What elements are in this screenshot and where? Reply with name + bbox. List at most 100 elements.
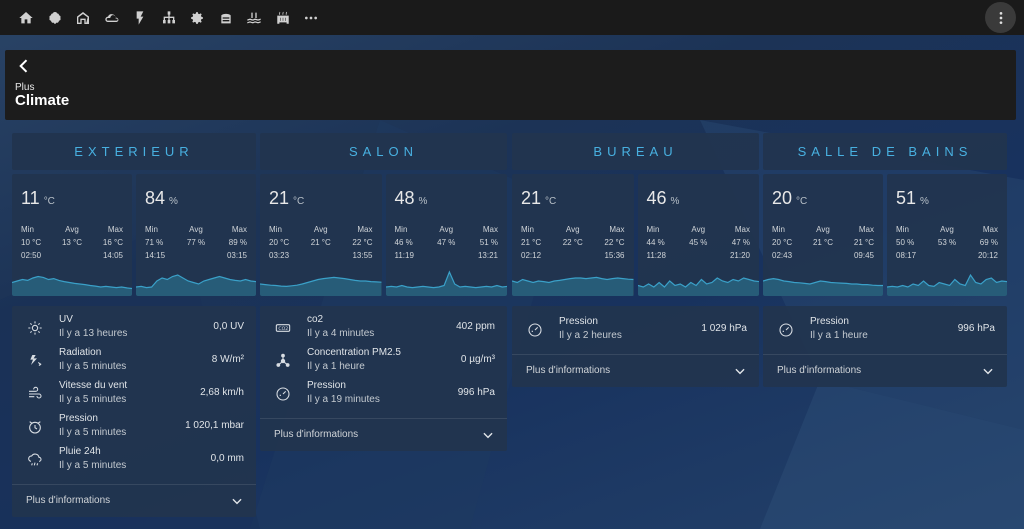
- vacuum-icon[interactable]: [212, 0, 241, 35]
- sensor-card-temperature[interactable]: 21 °C Min Avg Max 20 °C 21 °C 22 °C 03:23 13:5…: [260, 174, 382, 296]
- column-bureau: BUREAU 21 °C Min Avg Max 21 °C 22 °C 22 °C 02…: [512, 133, 759, 387]
- stats-grid: Min Avg Max 20 °C 21 °C 21 °C 02:43 09:45: [772, 225, 874, 260]
- column-title: SALLE DE BAINS: [763, 133, 1007, 170]
- column-exterieur: EXTERIEUR 11 °C Min Avg Max 10 °C 13 °C 16 °C…: [12, 133, 256, 517]
- entity-row-pm25[interactable]: Concentration PM2.5 Il y a 1 heure 0 µg/…: [260, 344, 507, 377]
- column-salon: SALON 21 °C Min Avg Max 20 °C 21 °C 22 °C 03:…: [260, 133, 507, 451]
- sensor-value: 51: [896, 188, 917, 208]
- sparkline: [512, 262, 634, 296]
- stats-grid: Min Avg Max 71 % 77 % 89 % 14:15 03:15: [145, 225, 247, 260]
- entity-row-rain[interactable]: Pluie 24h Il y a 5 minutes 0,0 mm: [12, 443, 256, 476]
- stats-grid: Min Avg Max 50 % 53 % 69 % 08:17 20:12: [896, 225, 998, 260]
- entity-row-pressure[interactable]: Pression Il y a 5 minutes 1 020,1 mbar: [12, 410, 256, 443]
- pool-icon[interactable]: [240, 0, 269, 35]
- house-icon[interactable]: [69, 0, 98, 35]
- sparkline-area: [260, 277, 382, 296]
- co2-icon: CO2: [275, 320, 291, 336]
- entity-row-pressure[interactable]: Pression Il y a 19 minutes 996 hPa: [260, 377, 507, 410]
- sensor-value: 46: [646, 188, 667, 208]
- sensor-unit: °C: [545, 196, 557, 207]
- uv-icon: [27, 320, 43, 336]
- entities-card: CO2 co2 Il y a 4 minutes 402 ppm Concent…: [260, 306, 507, 451]
- entities-card: Pression Il y a 2 heures 1 029 hPa Plus …: [512, 306, 759, 387]
- wind-icon: [27, 386, 43, 402]
- column-title: SALON: [260, 133, 507, 170]
- dots-vertical-icon[interactable]: [985, 2, 1016, 33]
- chevron-down-icon[interactable]: [481, 428, 495, 442]
- sparkline: [887, 262, 1007, 296]
- sensor-unit: °C: [43, 196, 55, 207]
- stats-grid: Min Avg Max 10 °C 13 °C 16 °C 02:50 14:05: [21, 225, 123, 260]
- sparkline: [12, 262, 132, 296]
- gear-icon[interactable]: [183, 0, 212, 35]
- column-title: EXTERIEUR: [12, 133, 256, 170]
- radiation-icon: [27, 353, 43, 369]
- chevron-down-icon[interactable]: [981, 364, 995, 378]
- entity-row-pressure[interactable]: Pression Il y a 1 heure 996 hPa: [763, 313, 1007, 346]
- sensor-unit: °C: [293, 196, 305, 207]
- sparkline-area: [637, 278, 759, 296]
- sensor-value: 20: [772, 188, 793, 208]
- sensor-unit: °C: [796, 196, 808, 207]
- entity-row-wind[interactable]: Vitesse du vent Il y a 5 minutes 2,68 km…: [12, 377, 256, 410]
- sensor-card-humidity[interactable]: 48% Min Avg Max 46 % 47 % 51 % 11:19 13:21: [385, 174, 507, 296]
- cloud-icon[interactable]: [98, 0, 127, 35]
- stats-grid: Min Avg Max 20 °C 21 °C 22 °C 03:23 13:55: [269, 225, 373, 260]
- sensor-unit: %: [418, 196, 428, 207]
- entities-card: Pression Il y a 1 heure 996 hPa Plus d'i…: [763, 306, 1007, 387]
- sensor-value: 48: [394, 188, 415, 208]
- entity-row-uv[interactable]: UV Il y a 13 heures 0,0 UV: [12, 311, 256, 344]
- sensor-value: 11: [21, 188, 40, 208]
- sensor-card-humidity[interactable]: 51% Min Avg Max 50 % 53 % 69 % 08:17 20:12: [887, 174, 1007, 296]
- sparkline-area: [385, 272, 507, 296]
- sensor-card-temperature[interactable]: 21 °C Min Avg Max 21 °C 22 °C 22 °C 02:12 15:3…: [512, 174, 634, 296]
- chevron-left-icon[interactable]: [14, 56, 34, 76]
- entities-card: UV Il y a 13 heures 0,0 UV Radiation Il …: [12, 306, 256, 517]
- sensor-value: 84: [145, 188, 166, 208]
- more-horiz-icon[interactable]: [297, 0, 326, 35]
- molecule-icon: [275, 353, 291, 369]
- clock-gauge-icon: [27, 419, 43, 435]
- svg-text:CO2: CO2: [278, 326, 288, 332]
- sensor-unit: %: [670, 196, 680, 207]
- radiator-icon[interactable]: [269, 0, 298, 35]
- sensor-unit: %: [920, 196, 929, 207]
- chevron-down-icon[interactable]: [230, 494, 244, 508]
- sparkline: [260, 262, 382, 296]
- gauge-icon: [778, 322, 794, 338]
- sensor-value: 21: [521, 188, 542, 208]
- sparkline-area: [136, 275, 256, 296]
- more-info-row[interactable]: Plus d'informations: [260, 418, 507, 451]
- sensor-card-temperature[interactable]: 20 °C Min Avg Max 20 °C 21 °C 21 °C 02:43 09:4…: [763, 174, 883, 296]
- entity-row-co2[interactable]: CO2 co2 Il y a 4 minutes 402 ppm: [260, 311, 507, 344]
- top-toolbar: [0, 0, 1024, 35]
- sparkline: [637, 262, 759, 296]
- gauge-icon: [275, 386, 291, 402]
- brain-icon[interactable]: [41, 0, 70, 35]
- sensor-unit: %: [169, 196, 178, 207]
- more-info-row[interactable]: Plus d'informations: [12, 484, 256, 517]
- flash-icon[interactable]: [126, 0, 155, 35]
- column-title: BUREAU: [512, 133, 759, 170]
- page-header: Plus Climate: [5, 50, 1016, 120]
- network-icon[interactable]: [155, 0, 184, 35]
- sensor-card-humidity[interactable]: 84% Min Avg Max 71 % 77 % 89 % 14:15 03:15: [136, 174, 256, 296]
- entity-row-radiation[interactable]: Radiation Il y a 5 minutes 8 W/m²: [12, 344, 256, 377]
- stats-grid: Min Avg Max 46 % 47 % 51 % 11:19 13:21: [394, 225, 499, 260]
- more-info-row[interactable]: Plus d'informations: [512, 354, 759, 387]
- stats-grid: Min Avg Max 21 °C 22 °C 22 °C 02:12 15:36: [521, 225, 625, 260]
- sensor-card-temperature[interactable]: 11 °C Min Avg Max 10 °C 13 °C 16 °C 02:50 14:0…: [12, 174, 132, 296]
- stats-grid: Min Avg Max 44 % 45 % 47 % 11:28 21:20: [646, 225, 751, 260]
- sparkline: [385, 262, 507, 296]
- chevron-down-icon[interactable]: [733, 364, 747, 378]
- sensor-card-humidity[interactable]: 46% Min Avg Max 44 % 45 % 47 % 11:28 21:20: [637, 174, 759, 296]
- entity-row-pressure[interactable]: Pression Il y a 2 heures 1 029 hPa: [512, 313, 759, 346]
- column-salle-de-bains: SALLE DE BAINS 20 °C Min Avg Max 20 °C 21 °C…: [763, 133, 1007, 387]
- rain-icon: [27, 452, 43, 468]
- sensor-value: 21: [269, 188, 290, 208]
- home-icon[interactable]: [12, 0, 41, 35]
- gauge-icon: [527, 322, 543, 338]
- sparkline-area: [512, 277, 634, 296]
- page-title: Climate: [15, 92, 70, 109]
- more-info-row[interactable]: Plus d'informations: [763, 354, 1007, 387]
